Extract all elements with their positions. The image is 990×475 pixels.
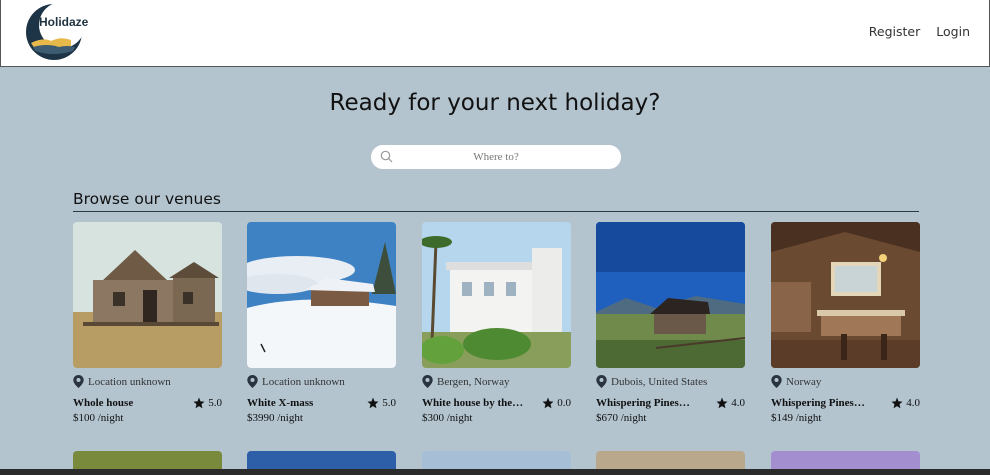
venue-image-cabin-kitchen[interactable] [771, 222, 920, 368]
browse-title: Browse our venues [73, 190, 221, 208]
venue-image-snowy-cabin[interactable] [247, 222, 396, 368]
map-pin-icon [73, 375, 84, 388]
venue-name[interactable]: Whispering Pines… [596, 397, 690, 409]
venue-price: $149 /night [771, 412, 822, 424]
venue-rating: 4.0 [716, 397, 745, 409]
venue-price: $3990 /night [247, 412, 303, 424]
venue-rating: 4.0 [891, 397, 920, 409]
venue-price: $100 /night [73, 412, 124, 424]
venue-card[interactable]: Dubois, United States Whispering Pines… … [596, 222, 745, 432]
map-pin-icon [596, 375, 607, 388]
venue-price: $670 /night [596, 412, 647, 424]
venue-location: Norway [771, 375, 821, 388]
venue-rating: 0.0 [542, 397, 571, 409]
holidaze-logo[interactable] [25, 2, 85, 61]
venue-card[interactable]: Bergen, Norway White house by the… 0.0 $… [422, 222, 571, 432]
login-link[interactable]: Login [936, 24, 970, 39]
venue-rating: 5.0 [367, 397, 396, 409]
venue-location: Bergen, Norway [422, 375, 510, 388]
star-icon [716, 397, 728, 409]
register-link[interactable]: Register [869, 24, 920, 39]
venue-price: $300 /night [422, 412, 473, 424]
logo-text: Holidaze [39, 15, 89, 29]
star-icon [542, 397, 554, 409]
venue-card[interactable]: Location unknown White X-mass 5.0 $3990 … [247, 222, 396, 432]
hero-title: Ready for your next holiday? [329, 90, 661, 116]
star-icon [367, 397, 379, 409]
venue-card[interactable]: Location unknown Whole house 5.0 $100 /n… [73, 222, 222, 432]
star-icon [193, 397, 205, 409]
venue-location: Location unknown [247, 375, 345, 388]
venue-name[interactable]: Whole house [73, 397, 133, 409]
bottom-edge [0, 469, 990, 475]
map-pin-icon [771, 375, 782, 388]
map-pin-icon [247, 375, 258, 388]
search-bar[interactable] [371, 145, 621, 169]
venue-image-old-wooden-cabin[interactable] [73, 222, 222, 368]
section-divider [73, 211, 919, 212]
venue-rating: 5.0 [193, 397, 222, 409]
venue-card[interactable]: Norway Whispering Pines… 4.0 $149 /night [771, 222, 920, 432]
venue-name[interactable]: Whispering Pines… [771, 397, 865, 409]
venue-location: Dubois, United States [596, 375, 707, 388]
star-icon [891, 397, 903, 409]
venue-name[interactable]: White house by the… [422, 397, 523, 409]
venue-name[interactable]: White X-mass [247, 397, 313, 409]
venue-location: Location unknown [73, 375, 171, 388]
venue-image-mountain-cabin[interactable] [596, 222, 745, 368]
top-nav: Register Login [869, 24, 970, 39]
search-input[interactable] [371, 145, 621, 169]
venue-image-white-villa-palms[interactable] [422, 222, 571, 368]
site-header: Holidaze Register Login [0, 0, 990, 67]
map-pin-icon [422, 375, 433, 388]
